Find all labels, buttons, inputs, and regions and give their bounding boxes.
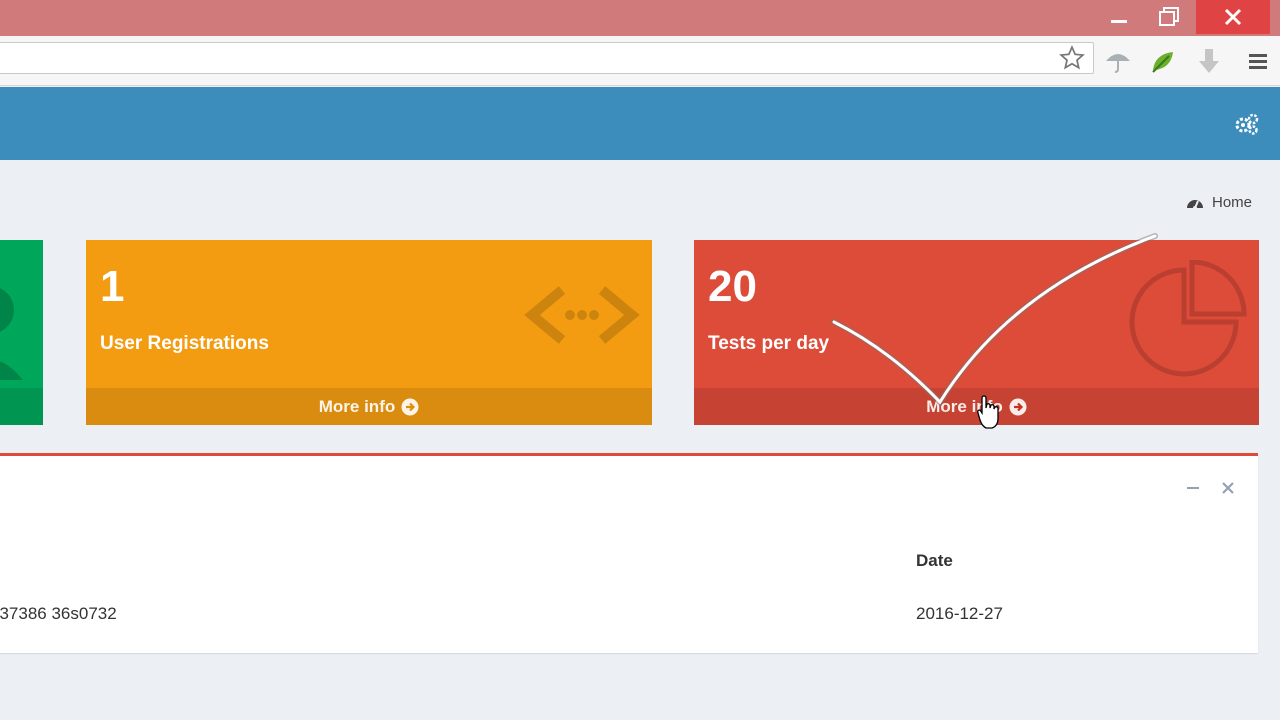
more-info-link[interactable]: More info [694, 388, 1259, 425]
umbrella-extension-button[interactable] [1103, 46, 1133, 76]
collapse-panel-button[interactable] [1183, 478, 1203, 498]
breadcrumb[interactable]: Home [1186, 194, 1252, 211]
more-info-label: More info [926, 396, 1003, 416]
maximize-icon [1159, 7, 1179, 26]
window-maximize-button[interactable] [1146, 0, 1192, 34]
leaf-extension-button[interactable] [1148, 46, 1178, 76]
bookmark-star-icon [1059, 45, 1085, 70]
column-header-date: Date [916, 551, 953, 570]
code-icon [524, 286, 640, 344]
browser-menu-button[interactable] [1243, 46, 1273, 76]
table-cell-date: 2016-12-27 [916, 604, 1003, 623]
more-info-link[interactable]: More info [86, 388, 652, 425]
stat-value: 20 [708, 262, 757, 311]
table-cell-id: a37386 36s0732 [0, 604, 117, 623]
table-panel: Date a37386 36s0732 2016-12-27 [0, 453, 1258, 653]
stat-label: Tests per day [708, 333, 830, 354]
dashboard-icon [1187, 199, 1203, 210]
stat-box-tests-per-day: 20 Tests per day More info [694, 240, 1259, 425]
leaf-extension-icon [1152, 52, 1173, 73]
browser-toolbar [0, 36, 1280, 86]
stat-box-green [0, 240, 43, 425]
menu-icon [1249, 54, 1267, 69]
download-button[interactable] [1194, 46, 1224, 76]
stat-box-green-footer[interactable] [0, 388, 43, 425]
close-panel-button[interactable] [1218, 478, 1238, 498]
gears-icon [1235, 113, 1259, 135]
stat-box-user-registrations: 1 User Registrations More info [86, 240, 652, 425]
more-info-label: More info [318, 396, 396, 416]
window-minimize-button[interactable] [1096, 0, 1142, 34]
stat-label: User Registrations [100, 333, 269, 354]
breadcrumb-home-link[interactable]: Home [1212, 194, 1252, 211]
close-icon [1224, 8, 1242, 26]
umbrella-extension-icon [1106, 54, 1130, 73]
times-icon [1222, 482, 1234, 494]
settings-button[interactable] [1234, 113, 1260, 135]
stat-value: 1 [100, 262, 125, 311]
window-close-button[interactable] [1196, 0, 1270, 34]
minimize-icon [1111, 20, 1127, 23]
pie-chart-icon [1129, 260, 1247, 377]
download-icon [1199, 49, 1219, 73]
minus-icon [1187, 487, 1199, 489]
address-bar[interactable] [0, 42, 1094, 74]
app-header [0, 87, 1280, 160]
arrow-circle-right-icon [1009, 398, 1027, 415]
user-icon [0, 288, 23, 380]
bookmark-button[interactable] [1058, 44, 1086, 72]
arrow-circle-right-icon [401, 398, 419, 415]
window-titlebar [0, 0, 1280, 36]
